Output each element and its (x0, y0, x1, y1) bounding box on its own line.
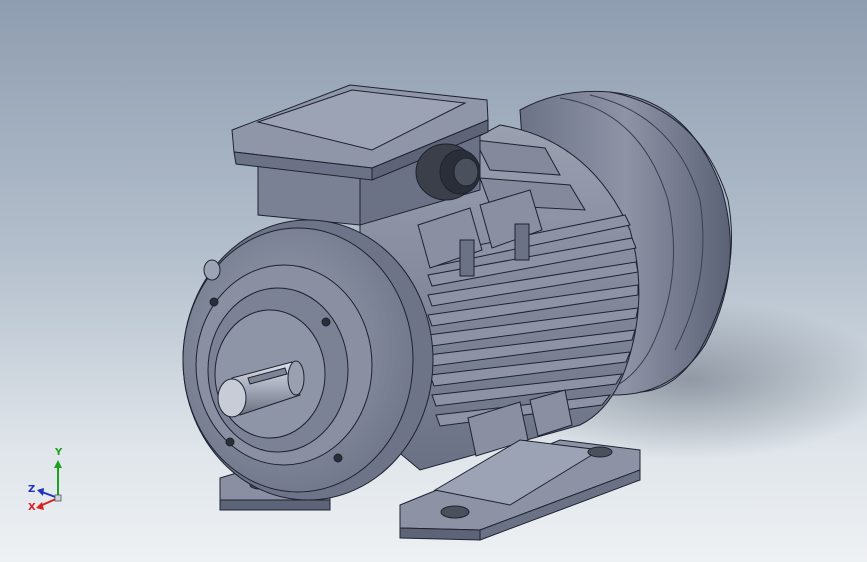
coordinate-triad: Y Z X (28, 447, 63, 513)
x-axis-label: X (28, 502, 36, 513)
y-axis-label: Y (54, 447, 63, 458)
x-axis-arrow (36, 502, 44, 510)
z-axis-arrow (37, 488, 44, 496)
graphics-viewport[interactable]: Y Z X (0, 0, 867, 562)
triad-origin (54, 494, 62, 502)
y-axis-arrow (54, 460, 62, 468)
end-shield (182, 219, 434, 501)
z-axis-label: Z (28, 484, 35, 495)
electric-motor-model[interactable] (0, 0, 867, 562)
